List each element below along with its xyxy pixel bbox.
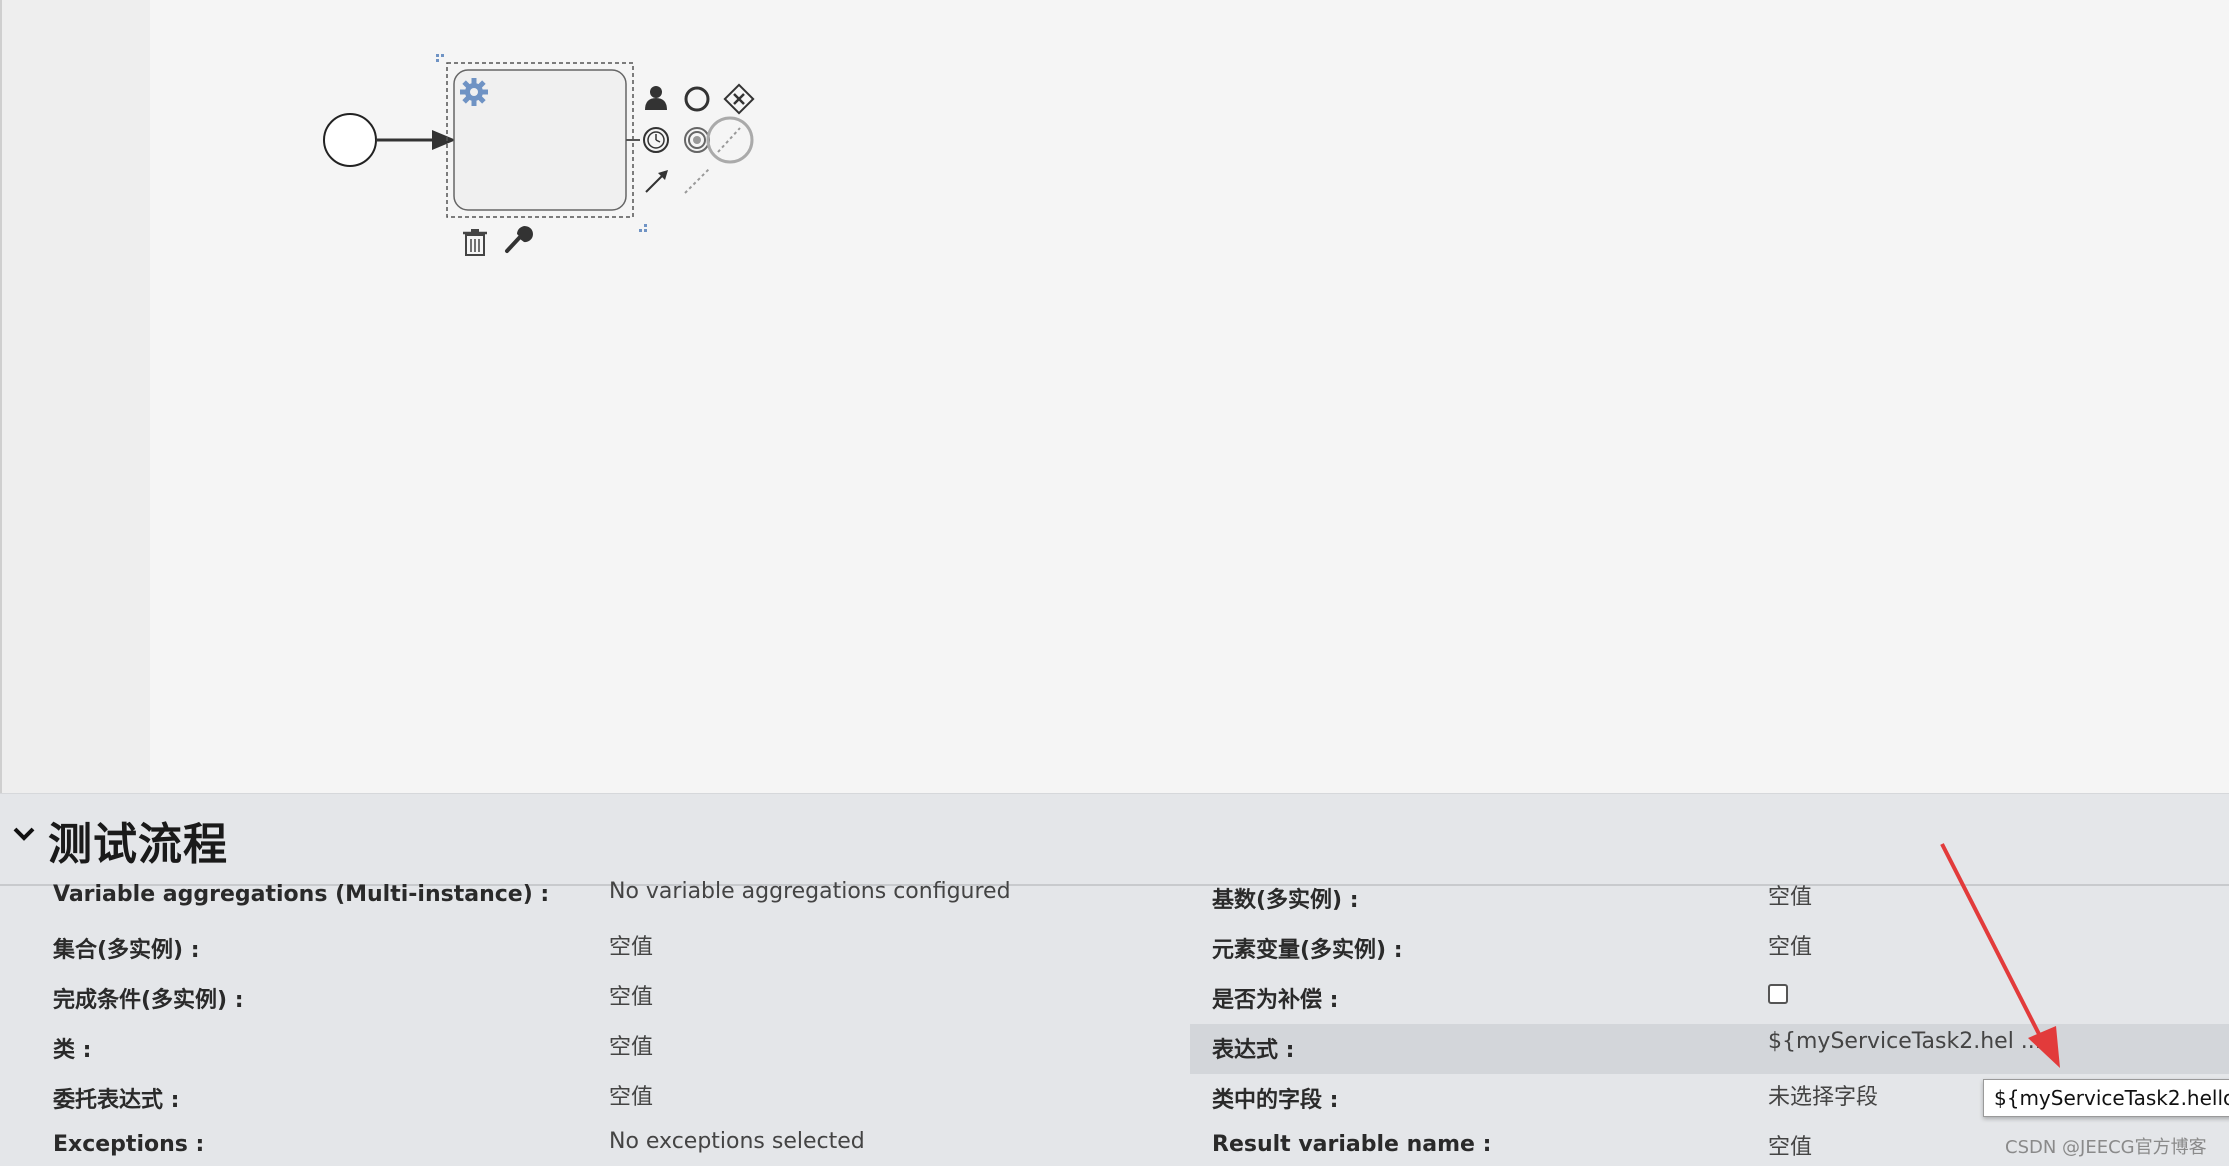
prop-value-class[interactable]: 空值 [609, 1029, 653, 1061]
prop-label-collection: 集合(多实例) : [53, 938, 200, 963]
prop-label-exceptions: Exceptions : [53, 1132, 205, 1157]
compensation-checkbox[interactable] [1768, 984, 1788, 1004]
prop-label-completion-condition: 完成条件(多实例) : [53, 988, 244, 1013]
user-icon[interactable] [645, 86, 667, 110]
prop-label-class-fields: 类中的字段 : [1212, 1088, 1339, 1113]
chevron-down-icon[interactable] [10, 820, 38, 848]
dashed-line-icon[interactable] [717, 127, 741, 153]
prop-value-completion-condition[interactable]: 空值 [609, 979, 653, 1011]
prop-label-delegate-expression: 委托表达式 : [53, 1088, 180, 1113]
prop-label-cardinality: 基数(多实例) : [1212, 888, 1359, 913]
prop-label-is-compensation: 是否为补偿 : [1212, 988, 1339, 1013]
arrow-icon[interactable] [645, 170, 668, 193]
bpmn-canvas[interactable] [0, 0, 2229, 793]
gateway-icon[interactable] [723, 83, 755, 115]
prop-value-delegate-expression[interactable]: 空值 [609, 1079, 653, 1111]
panel-header[interactable]: 测试流程 [0, 794, 2229, 886]
hover-circle [706, 116, 754, 164]
prop-label-element-variable: 元素变量(多实例) : [1212, 938, 1403, 963]
watermark: CSDN @JEECG官方博客 [2005, 1137, 2207, 1158]
intermediate-event-icon[interactable] [643, 127, 669, 153]
prop-value-class-fields[interactable]: 未选择字段 [1768, 1079, 1878, 1111]
circle-icon[interactable] [684, 86, 710, 112]
resize-handle-bottom-right[interactable] [639, 224, 647, 232]
panel-title: 测试流程 [48, 819, 228, 870]
prop-label-expression: 表达式 : [1212, 1038, 1295, 1063]
properties-panel: 测试流程 Variable aggregations (Multi-instan… [0, 793, 2229, 1166]
gear-icon [460, 78, 488, 106]
resize-handle-top-left[interactable] [436, 54, 444, 62]
prop-label-variable-aggregations: Variable aggregations (Multi-instance) : [53, 882, 550, 907]
start-event[interactable] [323, 113, 377, 167]
prop-value-result-variable[interactable]: 空值 [1768, 1129, 1812, 1161]
prop-label-class: 类 : [53, 1038, 92, 1063]
annotation-arrow [1940, 843, 2060, 1068]
bpmn-diagram [323, 54, 755, 256]
dashed-line-icon[interactable] [684, 168, 710, 194]
wrench-icon[interactable] [505, 226, 533, 253]
intermediate-event-icon[interactable] [684, 127, 710, 153]
prop-value-variable-aggregations[interactable]: No variable aggregations configured [609, 879, 1011, 904]
prop-value-element-variable[interactable]: 空值 [1768, 929, 1812, 961]
expression-tooltip: ${myServiceTask2.hello()} [1983, 1079, 2229, 1117]
prop-value-collection[interactable]: 空值 [609, 929, 653, 961]
prop-value-exceptions[interactable]: No exceptions selected [609, 1129, 865, 1154]
sequence-flow[interactable] [376, 130, 456, 150]
trash-icon[interactable] [463, 229, 487, 256]
prop-value-cardinality[interactable]: 空值 [1768, 879, 1812, 911]
prop-label-result-variable: Result variable name : [1212, 1132, 1492, 1157]
